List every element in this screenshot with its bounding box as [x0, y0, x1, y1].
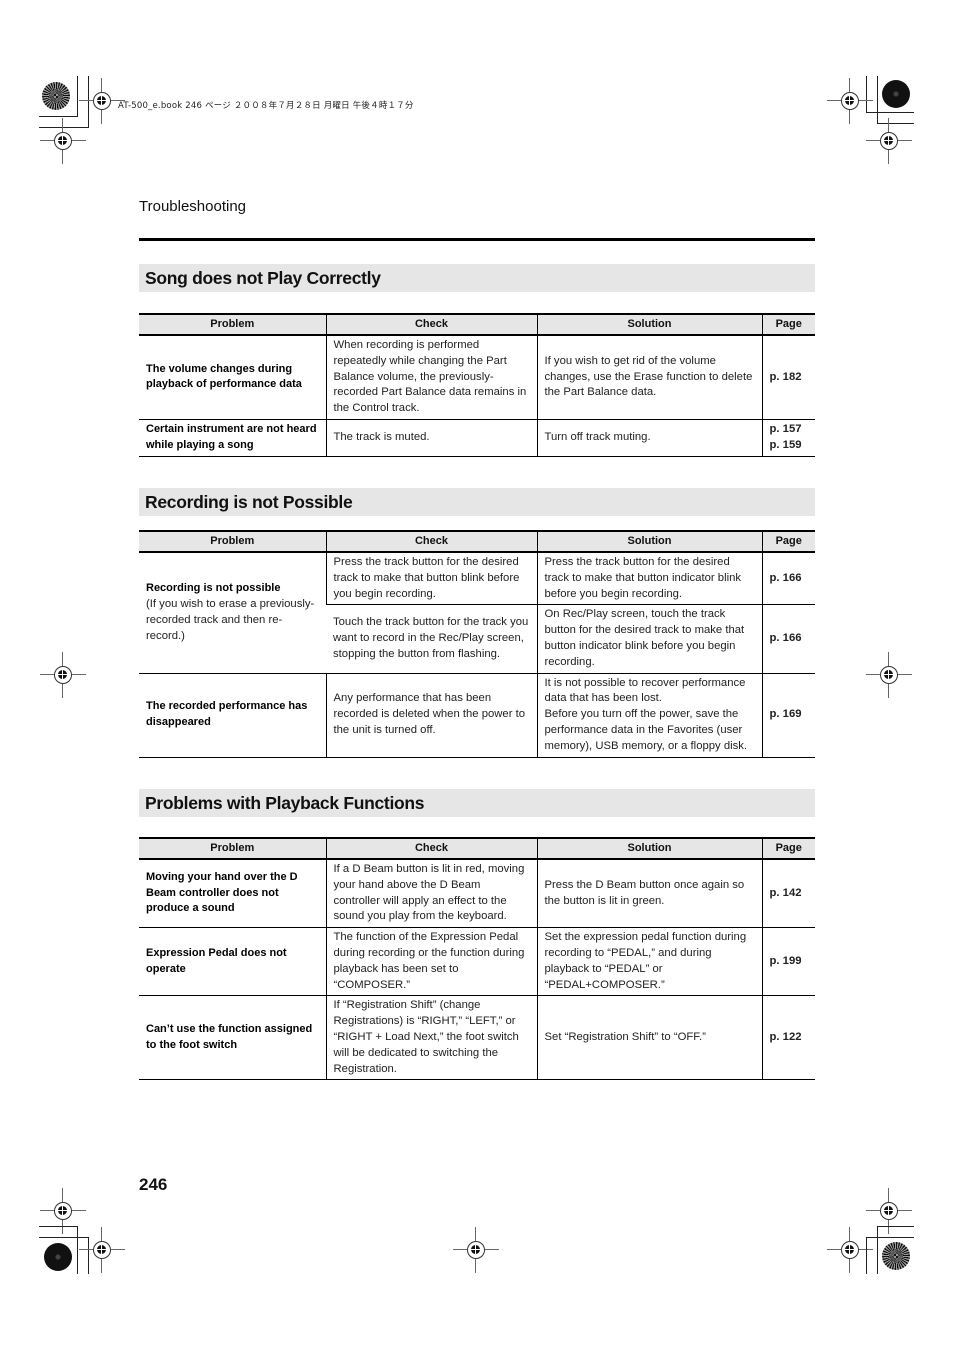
- page-reference[interactable]: p. 199: [761, 927, 815, 997]
- column-header-page: Page: [761, 313, 815, 336]
- table-row: Recording is not possible (If you wish t…: [139, 552, 815, 674]
- solution-cell: Turn off track muting.: [536, 419, 762, 457]
- table-row: Can’t use the function assigned to the f…: [139, 995, 815, 1081]
- section-heading-bar: Song does not Play Correctly: [139, 264, 815, 292]
- column-header-solution: Solution: [536, 530, 762, 553]
- solution-cell: If you wish to get rid of the volume cha…: [536, 335, 762, 420]
- page-reference[interactable]: p. 169: [761, 673, 815, 758]
- solution-cell: Press the D Beam button once again so th…: [536, 859, 762, 929]
- problem-cell: Can’t use the function assigned to the f…: [139, 995, 326, 1081]
- registration-mark-icon: [40, 652, 86, 698]
- color-target-mark: [44, 1243, 72, 1271]
- color-target-mark: [42, 82, 70, 110]
- column-header-problem: Problem: [139, 530, 326, 553]
- table-header-row: Problem Check Solution Page: [139, 837, 815, 860]
- section-heading-bar: Problems with Playback Functions: [139, 789, 815, 817]
- color-target-mark: [882, 1242, 910, 1270]
- check-cell: When recording is performed repeatedly w…: [325, 335, 537, 420]
- solution-cell: Set the expression pedal function during…: [536, 927, 762, 997]
- solution-cell: It is not possible to recover performanc…: [536, 673, 762, 758]
- problem-cell: Recording is not possible (If you wish t…: [139, 552, 326, 674]
- page-reference[interactable]: p. 157 p. 159: [761, 419, 815, 457]
- table-header-row: Problem Check Solution Page: [139, 313, 815, 336]
- registration-mark-icon: [79, 1227, 125, 1273]
- problem-note: (If you wish to erase a previously-recor…: [146, 597, 315, 642]
- header-rule: [139, 238, 815, 241]
- column-header-check: Check: [325, 313, 537, 336]
- column-header-check: Check: [325, 837, 537, 860]
- page-number: 246: [139, 1175, 168, 1194]
- crop-mark: [866, 1237, 867, 1274]
- crop-mark: [866, 1237, 914, 1238]
- print-slug: AT-500_e.book 246 ページ ２００８年７月２８日 月曜日 午後４…: [118, 101, 414, 111]
- crop-mark: [877, 76, 878, 124]
- column-header-page: Page: [761, 530, 815, 553]
- troubleshooting-table: Problem Check Solution Page Recording is…: [139, 530, 815, 758]
- table-row: The volume changes during playback of pe…: [139, 335, 815, 420]
- crop-mark: [77, 1226, 78, 1274]
- crop-mark: [877, 1226, 914, 1227]
- troubleshooting-table: Problem Check Solution Page Moving your …: [139, 837, 815, 1081]
- check-cell: If “Registration Shift” (change Registra…: [325, 995, 537, 1081]
- column-header-solution: Solution: [536, 313, 762, 336]
- check-cell: The function of the Expression Pedal dur…: [325, 927, 537, 997]
- table-row: Moving your hand over the D Beam control…: [139, 859, 815, 929]
- table-row: Expression Pedal does not operate The fu…: [139, 927, 815, 997]
- page-reference[interactable]: p. 122: [761, 995, 815, 1081]
- problem-cell: Expression Pedal does not operate: [139, 927, 326, 997]
- problem-cell: Moving your hand over the D Beam control…: [139, 859, 326, 929]
- check-cell: Any performance that has been recorded i…: [325, 673, 537, 758]
- check-cell: Press the track button for the desired t…: [325, 552, 537, 606]
- check-cell: If a D Beam button is lit in red, moving…: [325, 859, 537, 929]
- page-reference[interactable]: p. 166: [761, 552, 815, 606]
- crop-mark: [39, 1226, 78, 1227]
- solution-cell: On Rec/Play screen, touch the track butt…: [536, 604, 762, 674]
- registration-mark-icon: [866, 118, 912, 164]
- section-heading-bar: Recording is not Possible: [139, 488, 815, 516]
- page-reference[interactable]: p. 142: [761, 859, 815, 929]
- crop-mark: [39, 116, 78, 117]
- column-header-problem: Problem: [139, 313, 326, 336]
- color-target-mark: [882, 80, 910, 108]
- solution-cell: Set “Registration Shift” to “OFF.”: [536, 995, 762, 1081]
- registration-mark-icon: [453, 1227, 499, 1273]
- section-title: Problems with Playback Functions: [145, 793, 425, 813]
- table-header-row: Problem Check Solution Page: [139, 530, 815, 553]
- table-row: The recorded performance has disappeared…: [139, 673, 815, 758]
- solution-cell: Press the track button for the desired t…: [536, 552, 762, 606]
- crop-mark: [77, 76, 78, 117]
- problem-cell: The volume changes during playback of pe…: [139, 335, 326, 420]
- registration-mark-icon: [866, 652, 912, 698]
- check-cell: The track is muted.: [325, 419, 537, 457]
- column-header-problem: Problem: [139, 837, 326, 860]
- crop-mark: [877, 1226, 878, 1274]
- problem-cell: Certain instrument are not heard while p…: [139, 419, 326, 457]
- column-header-check: Check: [325, 530, 537, 553]
- check-cell: Touch the track button for the track you…: [326, 604, 537, 674]
- page-reference[interactable]: p. 182: [761, 335, 815, 420]
- registration-mark-icon: [40, 118, 86, 164]
- running-head: Troubleshooting: [139, 198, 247, 215]
- column-header-page: Page: [761, 837, 815, 860]
- page-reference[interactable]: p. 166: [761, 604, 815, 674]
- problem-cell: The recorded performance has disappeared: [139, 673, 326, 758]
- section-title: Song does not Play Correctly: [145, 268, 381, 288]
- table-row: Certain instrument are not heard while p…: [139, 419, 815, 457]
- column-header-solution: Solution: [536, 837, 762, 860]
- section-title: Recording is not Possible: [145, 492, 353, 512]
- crop-mark: [866, 112, 914, 113]
- troubleshooting-table: Problem Check Solution Page The volume c…: [139, 313, 815, 457]
